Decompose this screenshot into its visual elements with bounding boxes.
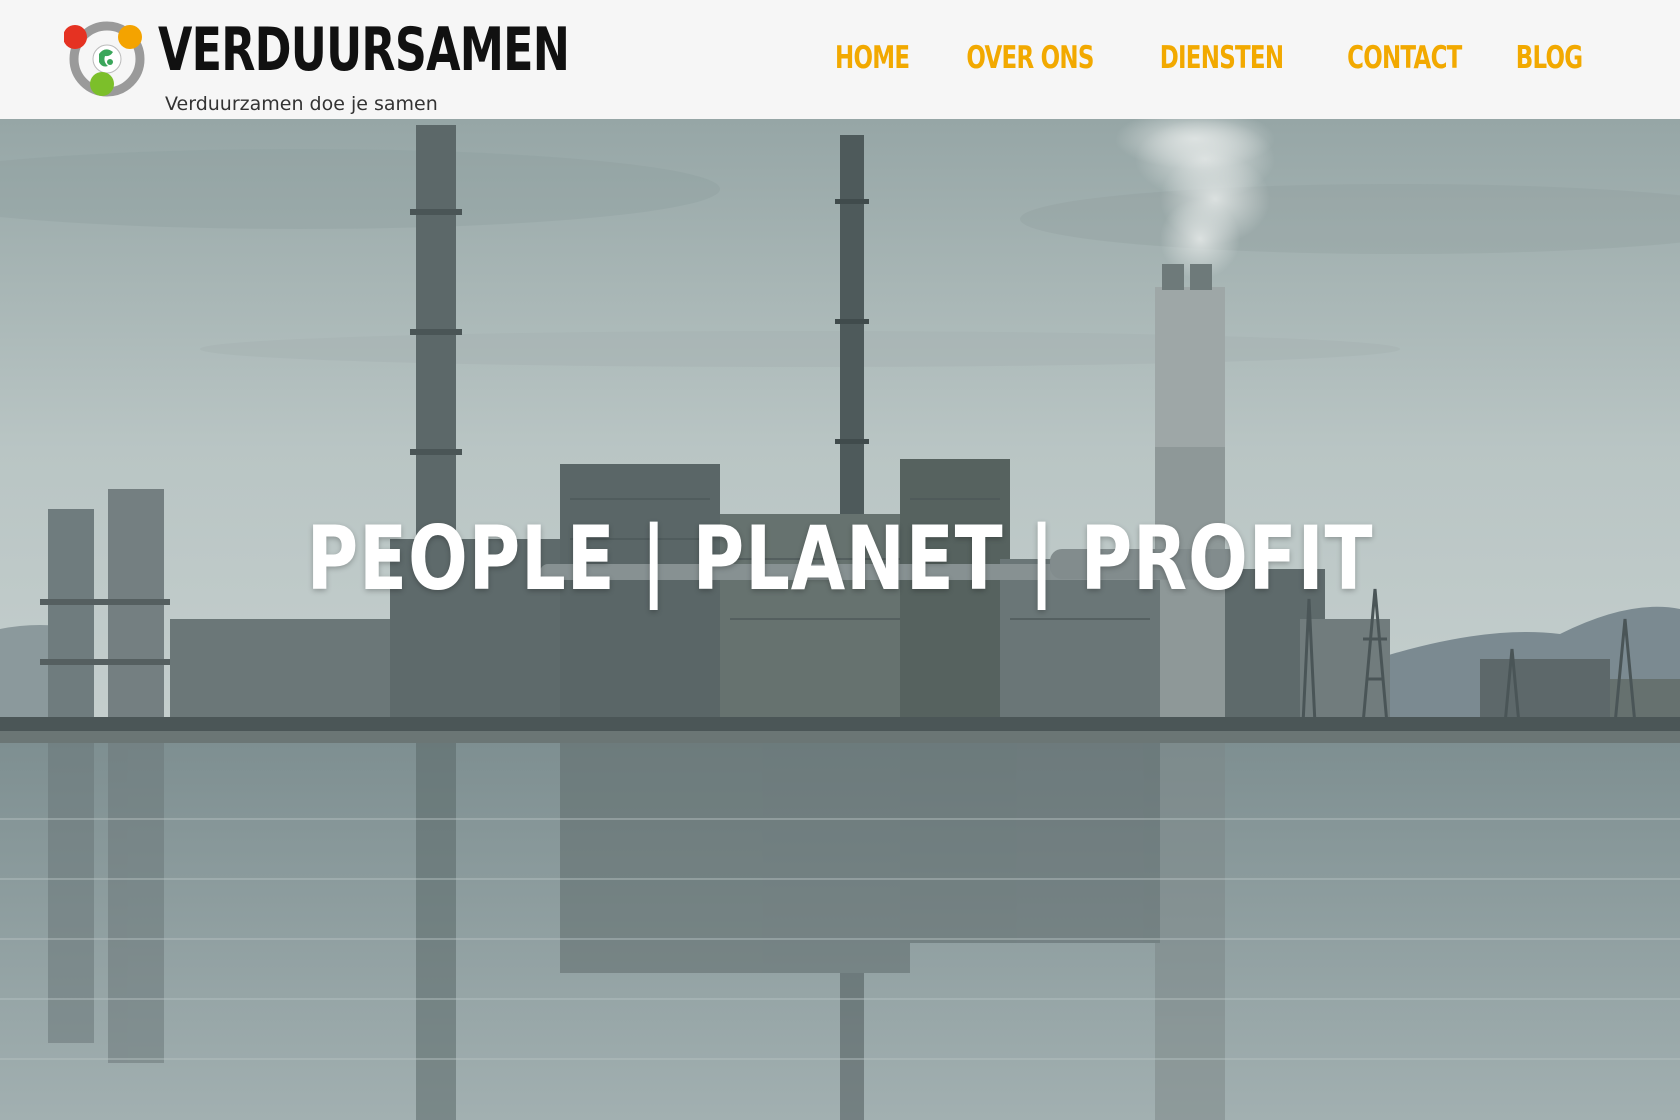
nav-home[interactable]: HOME [835, 38, 910, 78]
main-navigation: HOME OVER ONS DIENSTEN CONTACT BLOG [831, 38, 1585, 78]
nav-diensten[interactable]: DIENSTEN [1160, 38, 1284, 78]
site-logo[interactable]: VERDUURSAMEN Verduurzamen doe je samen [64, 16, 570, 115]
nav-over-ons[interactable]: OVER ONS [967, 38, 1095, 78]
hero-title: PEOPLE | PLANET | PROFIT [306, 507, 1374, 610]
nav-blog[interactable]: BLOG [1516, 38, 1583, 78]
power-plant-background-image [0, 119, 1680, 1120]
hero-banner: PEOPLE | PLANET | PROFIT [0, 119, 1680, 1120]
logo-tagline: Verduurzamen doe je samen [165, 93, 438, 115]
nav-contact[interactable]: CONTACT [1347, 38, 1462, 78]
site-header: VERDUURSAMEN Verduurzamen doe je samen H… [0, 0, 1680, 119]
globe-ring-logo-icon [64, 21, 145, 97]
logo-title: VERDUURSAMEN [158, 15, 570, 85]
